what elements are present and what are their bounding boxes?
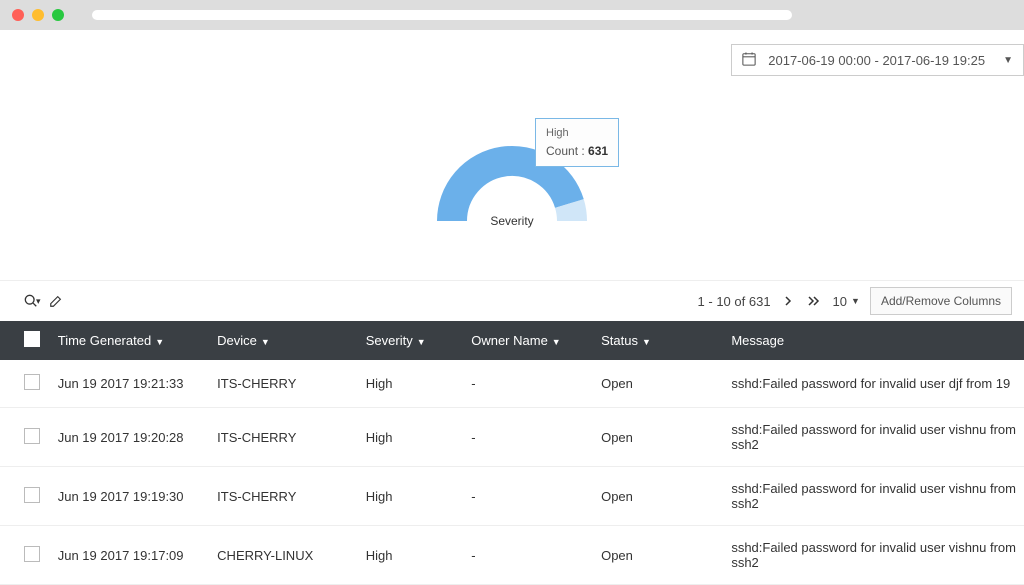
- row-checkbox[interactable]: [24, 374, 40, 390]
- cell-device: CHERRY-LINUX: [209, 526, 358, 585]
- row-checkbox[interactable]: [24, 487, 40, 503]
- cell-owner: -: [463, 360, 593, 408]
- cell-owner: -: [463, 526, 593, 585]
- table-row[interactable]: Jun 19 2017 19:21:33ITS-CHERRYHigh-Opens…: [0, 360, 1024, 408]
- row-checkbox[interactable]: [24, 428, 40, 444]
- cell-message: sshd:Failed password for invalid user dj…: [723, 360, 1024, 408]
- row-checkbox[interactable]: [24, 546, 40, 562]
- table-row[interactable]: Jun 19 2017 19:17:09CHERRY-LINUXHigh-Ope…: [0, 526, 1024, 585]
- cell-time: Jun 19 2017 19:20:28: [50, 408, 209, 467]
- sort-caret-icon: ▼: [552, 337, 561, 347]
- cell-device: ITS-CHERRY: [209, 408, 358, 467]
- cell-status: Open: [593, 467, 723, 526]
- table-toolbar: ▾ 1 - 10 of 631 10 ▼ Add/Remove Columns: [0, 280, 1024, 321]
- cell-time: Jun 19 2017 19:19:30: [50, 467, 209, 526]
- cell-owner: -: [463, 467, 593, 526]
- tooltip-series-name: High: [546, 125, 608, 142]
- tooltip-count-value: 631: [588, 144, 608, 158]
- cell-message: sshd:Failed password for invalid user vi…: [723, 408, 1024, 467]
- window-titlebar: [0, 0, 1024, 30]
- calendar-icon: [742, 52, 756, 69]
- date-range-picker[interactable]: 2017-06-19 00:00 - 2017-06-19 19:25 ▼: [731, 44, 1024, 76]
- chart-center-label: Severity: [490, 214, 533, 228]
- select-all-checkbox[interactable]: [24, 331, 40, 347]
- search-icon[interactable]: ▾: [24, 294, 41, 308]
- column-header-device[interactable]: Device▼: [209, 321, 358, 360]
- column-header-message[interactable]: Message: [723, 321, 1024, 360]
- sort-caret-icon: ▼: [642, 337, 651, 347]
- cell-severity: High: [358, 408, 463, 467]
- sort-caret-icon: ▼: [155, 337, 164, 347]
- table-header-row: Time Generated▼ Device▼ Severity▼ Owner …: [0, 321, 1024, 360]
- sort-caret-icon: ▼: [261, 337, 270, 347]
- cell-owner: -: [463, 408, 593, 467]
- cell-status: Open: [593, 526, 723, 585]
- caret-down-icon: ▼: [1003, 55, 1013, 66]
- sort-caret-icon: ▼: [417, 337, 426, 347]
- column-header-status[interactable]: Status▼: [593, 321, 723, 360]
- table-row[interactable]: Jun 19 2017 19:19:30ITS-CHERRYHigh-Opens…: [0, 467, 1024, 526]
- address-bar[interactable]: [92, 10, 792, 20]
- cell-device: ITS-CHERRY: [209, 360, 358, 408]
- add-remove-columns-button[interactable]: Add/Remove Columns: [870, 287, 1012, 315]
- cell-message: sshd:Failed password for invalid user vi…: [723, 526, 1024, 585]
- edit-icon[interactable]: [49, 294, 63, 308]
- chart-tooltip: High Count : 631: [535, 118, 619, 167]
- cell-severity: High: [358, 467, 463, 526]
- column-header-severity[interactable]: Severity▼: [358, 321, 463, 360]
- last-page-button[interactable]: [805, 296, 823, 306]
- window-minimize-button[interactable]: [32, 9, 44, 21]
- page-size-select[interactable]: 10 ▼: [833, 294, 860, 309]
- tooltip-count-label: Count :: [546, 144, 585, 158]
- cell-device: ITS-CHERRY: [209, 467, 358, 526]
- events-table: Time Generated▼ Device▼ Severity▼ Owner …: [0, 321, 1024, 585]
- date-range-text: 2017-06-19 00:00 - 2017-06-19 19:25: [768, 53, 985, 68]
- cell-status: Open: [593, 360, 723, 408]
- pagination: 1 - 10 of 631 10 ▼: [698, 294, 860, 309]
- cell-status: Open: [593, 408, 723, 467]
- window-close-button[interactable]: [12, 9, 24, 21]
- cell-time: Jun 19 2017 19:17:09: [50, 526, 209, 585]
- cell-time: Jun 19 2017 19:21:33: [50, 360, 209, 408]
- page-size-value: 10: [833, 294, 847, 309]
- cell-severity: High: [358, 360, 463, 408]
- table-row[interactable]: Jun 19 2017 19:20:28ITS-CHERRYHigh-Opens…: [0, 408, 1024, 467]
- pagination-range: 1 - 10 of 631: [698, 294, 771, 309]
- window-maximize-button[interactable]: [52, 9, 64, 21]
- column-header-time[interactable]: Time Generated▼: [50, 321, 209, 360]
- cell-severity: High: [358, 526, 463, 585]
- caret-down-icon: ▼: [851, 296, 860, 306]
- severity-chart: Severity High Count : 631: [0, 90, 1024, 280]
- column-header-owner[interactable]: Owner Name▼: [463, 321, 593, 360]
- next-page-button[interactable]: [781, 296, 795, 306]
- cell-message: sshd:Failed password for invalid user vi…: [723, 467, 1024, 526]
